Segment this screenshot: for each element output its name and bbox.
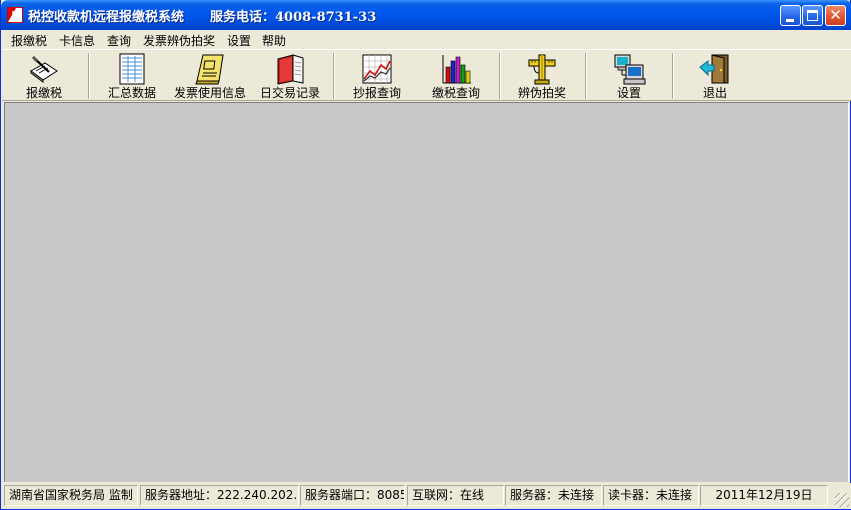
tax-report-icon xyxy=(30,55,58,83)
main-content-area[interactable] xyxy=(4,102,849,482)
service-phone: 服务电话：4008-8731-33 xyxy=(210,10,377,25)
window-title: 税控收款机远程报缴税系统 服务电话：4008-8731-33 xyxy=(28,6,376,25)
maximize-button[interactable] xyxy=(802,5,823,26)
app-logo-icon[interactable]: JC xyxy=(7,7,23,23)
daily-transaction-icon xyxy=(277,54,304,85)
tool-exit-button[interactable]: 退出 xyxy=(690,50,740,100)
settings-computer-icon xyxy=(614,54,646,85)
minimize-button[interactable] xyxy=(780,5,801,26)
toolbar-separator xyxy=(672,53,674,99)
resize-grip-icon[interactable] xyxy=(835,493,849,507)
status-server-address: 服务器地址：222.240.202.131 xyxy=(140,485,299,506)
menu-bar: 报缴税 卡信息 查询 发票辨伪拍奖 设置 帮助 xyxy=(2,30,851,49)
menu-invoice-lottery[interactable]: 发票辨伪拍奖 xyxy=(143,32,215,49)
menu-card-info[interactable]: 卡信息 xyxy=(59,32,95,49)
counterfeit-lottery-icon xyxy=(528,54,556,85)
tool-label: 退出 xyxy=(702,86,727,100)
tool-copy-report-query-button[interactable]: 抄报查询 xyxy=(348,50,406,100)
tax-payment-query-icon xyxy=(442,55,471,84)
title-bar[interactable]: JC 税控收款机远程报缴税系统 服务电话：4008-8731-33 ✕ xyxy=(1,0,851,30)
tool-tax-payment-query-button[interactable]: 缴税查询 xyxy=(427,50,485,100)
tool-label: 辨伪拍奖 xyxy=(517,86,566,100)
toolbar-separator xyxy=(88,53,90,99)
tool-label: 报缴税 xyxy=(25,86,62,100)
maximize-icon xyxy=(807,10,818,21)
close-button[interactable]: ✕ xyxy=(825,5,846,26)
invoice-usage-icon xyxy=(195,54,224,85)
tool-daily-transaction-button[interactable]: 日交易记录 xyxy=(256,50,324,100)
tool-label: 汇总数据 xyxy=(107,86,156,100)
minimize-icon xyxy=(786,19,794,22)
tool-tax-report-button[interactable]: 报缴税 xyxy=(19,50,69,100)
status-date: 2011年12月19日 xyxy=(700,485,828,506)
menu-query[interactable]: 查询 xyxy=(107,32,131,49)
status-server-port: 服务器端口：8085 xyxy=(300,485,405,506)
close-icon: ✕ xyxy=(829,6,842,24)
tool-label: 设置 xyxy=(616,86,641,100)
menu-help[interactable]: 帮助 xyxy=(262,32,286,49)
tool-label: 抄报查询 xyxy=(352,86,401,100)
tool-label: 日交易记录 xyxy=(259,86,320,100)
menu-tax-report[interactable]: 报缴税 xyxy=(11,32,47,49)
summary-data-icon xyxy=(119,53,145,85)
status-internet: 互联网：在线 xyxy=(407,485,504,506)
status-supervisor: 湖南省国家税务局 监制 xyxy=(4,485,138,506)
status-card-reader: 读卡器：未连接 xyxy=(603,485,699,506)
tool-label: 缴税查询 xyxy=(431,86,480,100)
toolbar-separator xyxy=(585,53,587,99)
toolbar-separator xyxy=(333,53,335,99)
tool-settings-button[interactable]: 设置 xyxy=(602,50,656,100)
status-server: 服务器：未连接 xyxy=(505,485,602,506)
menu-settings[interactable]: 设置 xyxy=(227,32,251,49)
exit-door-icon xyxy=(699,54,729,84)
main-window: JC 税控收款机远程报缴税系统 服务电话：4008-8731-33 ✕ 报缴税 卡… xyxy=(0,0,851,510)
toolbar-separator xyxy=(499,53,501,99)
copy-report-query-icon xyxy=(362,54,392,84)
tool-summary-data-button[interactable]: 汇总数据 xyxy=(101,50,163,100)
tool-label: 发票使用信息 xyxy=(173,86,246,100)
tool-counterfeit-lottery-button[interactable]: 辨伪拍奖 xyxy=(513,50,571,100)
toolbar: 报缴税 汇总数据 发票使用信息 日交易记录 抄报查询 缴税查询 辨伪拍奖 设置 … xyxy=(2,49,851,101)
app-title: 税控收款机远程报缴税系统 xyxy=(28,10,185,25)
status-bar: 湖南省国家税务局 监制 服务器地址：222.240.202.131 服务器端口：… xyxy=(2,483,851,509)
tool-invoice-usage-button[interactable]: 发票使用信息 xyxy=(172,50,248,100)
